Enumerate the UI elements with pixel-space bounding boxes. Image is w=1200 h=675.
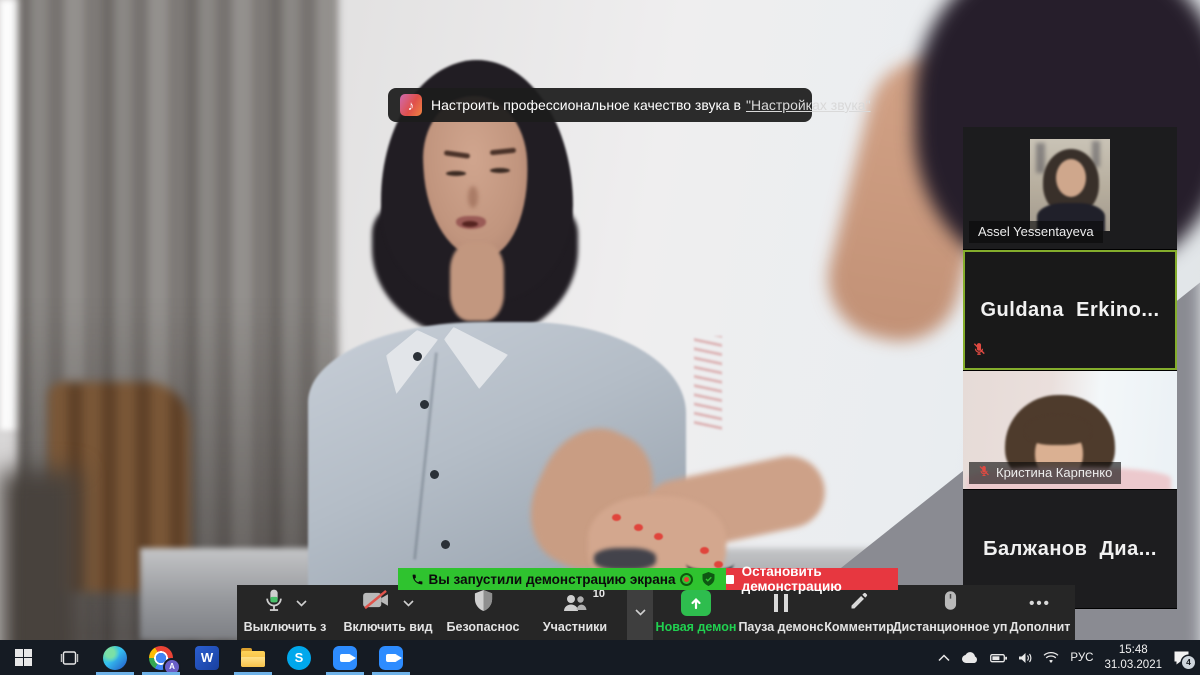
taskbar-app-chrome[interactable]: A bbox=[138, 640, 184, 675]
word-icon: W bbox=[195, 646, 219, 670]
mute-button[interactable]: Выключить з bbox=[237, 585, 333, 640]
participant-name: Кристина Карпенко bbox=[996, 465, 1112, 480]
muted-mic-icon bbox=[978, 465, 990, 480]
participant-tile-guldana[interactable]: Guldana Erkino... bbox=[963, 250, 1177, 370]
audio-quality-notification[interactable]: ♪ Настроить профессиональное качество зв… bbox=[388, 88, 812, 122]
task-view-button[interactable] bbox=[46, 640, 92, 675]
chrome-profile-badge: A bbox=[165, 660, 179, 674]
stop-share-label: Остановить демонстрацию bbox=[742, 564, 898, 594]
shield-icon bbox=[473, 589, 494, 617]
remote-control-button[interactable]: Дистанционное уп bbox=[895, 585, 1005, 640]
sound-settings-link[interactable]: "Настройках звука" bbox=[746, 97, 871, 113]
participant-tile-assel[interactable]: Assel Yessentayeva bbox=[963, 127, 1177, 249]
taskbar-app-zoom-meeting[interactable] bbox=[322, 640, 368, 675]
share-status-banner: Вы запустили демонстрацию экрана bbox=[398, 568, 726, 590]
share-screen-icon bbox=[681, 590, 711, 616]
stop-share-button[interactable]: Остановить демонстрацию bbox=[726, 568, 898, 590]
action-center-button[interactable]: 4 bbox=[1173, 650, 1190, 666]
record-indicator-icon bbox=[680, 573, 693, 586]
chevron-up-icon[interactable] bbox=[403, 594, 414, 612]
microphone-icon bbox=[264, 588, 284, 618]
object-on-table bbox=[594, 548, 656, 570]
taskbar-app-zoom[interactable] bbox=[368, 640, 414, 675]
participants-panel: Assel Yessentayeva Guldana Erkino... Кри… bbox=[963, 127, 1177, 609]
wall-marks bbox=[694, 336, 722, 430]
shield-check-icon bbox=[702, 572, 715, 586]
skype-icon: S bbox=[287, 646, 311, 670]
participant-photo bbox=[1030, 139, 1110, 231]
battery-icon[interactable] bbox=[990, 653, 1007, 663]
tray-chevron-up-icon[interactable] bbox=[938, 654, 950, 662]
tray-time: 15:48 bbox=[1104, 643, 1162, 657]
taskbar-app-edge[interactable] bbox=[92, 640, 138, 675]
participant-tile-kristina[interactable]: Кристина Карпенко bbox=[963, 371, 1177, 489]
muted-mic-icon bbox=[972, 342, 986, 361]
zoom-icon bbox=[379, 646, 403, 670]
tray-date: 31.03.2021 bbox=[1104, 658, 1162, 672]
language-indicator[interactable]: РУС bbox=[1070, 652, 1093, 664]
taskbar-app-skype[interactable]: S bbox=[276, 640, 322, 675]
stop-icon bbox=[726, 575, 734, 584]
share-status-text: Вы запустили демонстрацию экрана bbox=[424, 572, 680, 587]
clock[interactable]: 15:48 31.03.2021 bbox=[1104, 643, 1162, 672]
more-button[interactable]: ••• Дополнит bbox=[1005, 585, 1075, 640]
speaker-neck bbox=[450, 243, 504, 321]
music-note-icon: ♪ bbox=[400, 94, 422, 116]
notification-text: Настроить профессиональное качество звук… bbox=[431, 97, 741, 113]
mouse-icon bbox=[944, 590, 957, 616]
participant-name-label: Assel Yessentayeva bbox=[969, 221, 1103, 243]
chrome-icon: A bbox=[149, 646, 173, 670]
participant-name-label: Кристина Карпенко bbox=[969, 462, 1121, 484]
file-explorer-icon bbox=[241, 648, 265, 667]
notification-count-badge: 4 bbox=[1182, 656, 1195, 669]
more-icon: ••• bbox=[1029, 595, 1051, 612]
system-tray: РУС 15:48 31.03.2021 4 bbox=[938, 640, 1200, 675]
taskbar-app-word[interactable]: W bbox=[184, 640, 230, 675]
participant-name: Assel Yessentayeva bbox=[978, 224, 1094, 239]
windows-logo-icon bbox=[15, 649, 32, 666]
zoom-icon bbox=[333, 646, 357, 670]
task-view-icon bbox=[60, 650, 79, 666]
start-video-button[interactable]: Включить вид bbox=[333, 585, 443, 640]
edge-icon bbox=[103, 646, 127, 670]
new-share-button[interactable]: Новая демон bbox=[653, 585, 739, 640]
security-button[interactable]: Безопаснос bbox=[443, 585, 523, 640]
zoom-meeting-screen: ♪ Настроить профессиональное качество зв… bbox=[0, 0, 1200, 675]
participants-button[interactable]: 10 Участники bbox=[523, 585, 627, 640]
pause-icon bbox=[774, 594, 788, 612]
participant-name: Guldana Erkino... bbox=[965, 252, 1175, 368]
video-off-icon bbox=[362, 590, 391, 616]
phone-icon bbox=[411, 573, 424, 586]
screen-share-banner: Вы запустили демонстрацию экрана Останов… bbox=[398, 568, 898, 590]
speaker-icon[interactable] bbox=[1018, 652, 1032, 664]
wifi-icon[interactable] bbox=[1043, 652, 1059, 664]
start-button[interactable] bbox=[0, 640, 46, 675]
toolbar-collapse-button[interactable] bbox=[627, 585, 653, 640]
taskbar-app-file-explorer[interactable] bbox=[230, 640, 276, 675]
pencil-icon bbox=[849, 591, 869, 616]
chevron-up-icon[interactable] bbox=[296, 594, 307, 612]
onedrive-cloud-icon[interactable] bbox=[961, 652, 979, 664]
participants-icon: 10 bbox=[562, 592, 588, 614]
windows-taskbar: A W S bbox=[0, 640, 1200, 675]
zoom-toolbar: Выключить з Включить вид Безопаснос bbox=[237, 585, 1075, 640]
